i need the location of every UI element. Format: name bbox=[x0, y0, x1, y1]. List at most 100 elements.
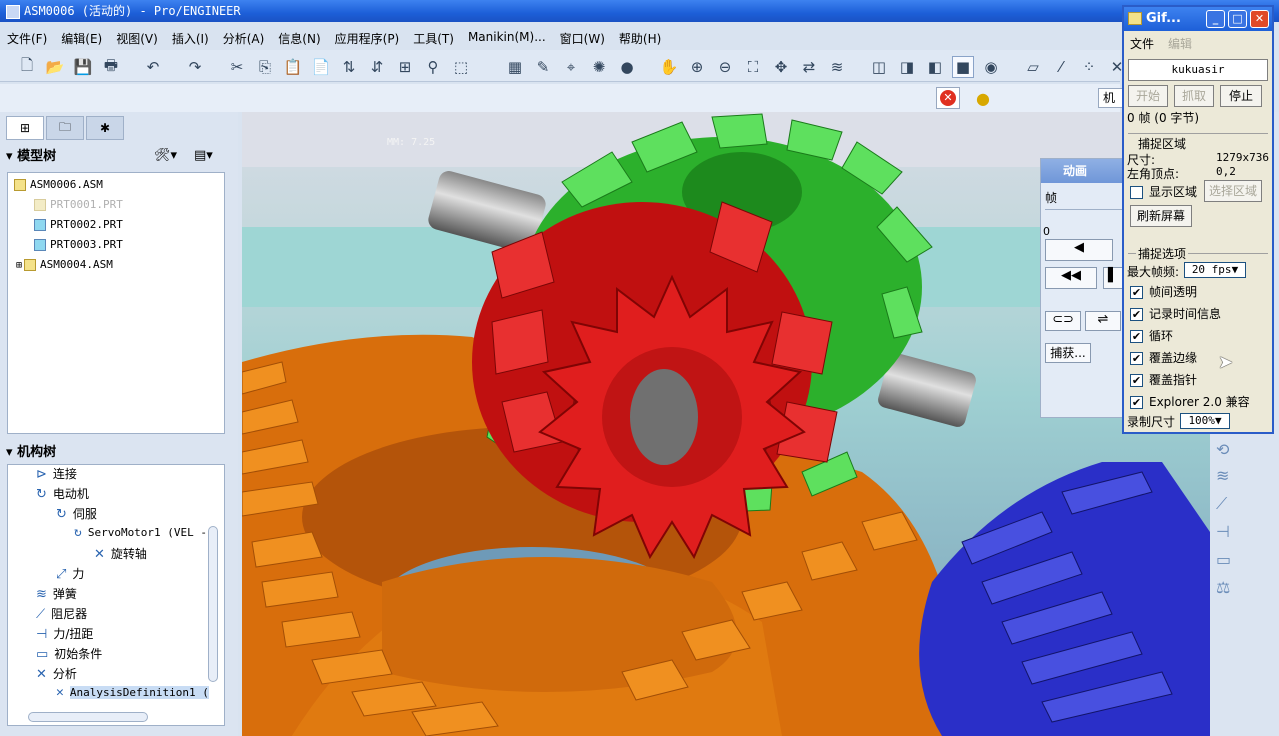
new-file-icon[interactable]: 🗋 bbox=[16, 56, 38, 78]
gif-menu-edit[interactable]: 编辑 bbox=[1168, 35, 1192, 52]
mech-item-motors[interactable]: ↻ 电动机 bbox=[36, 485, 89, 502]
menu-applications[interactable]: 应用程序(P) bbox=[328, 28, 407, 48]
stop-button[interactable]: 停止 bbox=[1220, 85, 1262, 107]
menu-analysis[interactable]: 分析(A) bbox=[216, 28, 272, 48]
no-hidden-icon[interactable]: ◧ bbox=[924, 56, 946, 78]
mechanism-tree-header[interactable]: ▾ 机构树 bbox=[6, 442, 228, 464]
shading-icon[interactable]: ■ bbox=[952, 56, 974, 78]
mech-item-springs[interactable]: ≋ 弹簧 bbox=[36, 585, 77, 602]
motor-tool-icon[interactable]: ⟲ bbox=[1216, 440, 1229, 459]
zoom-in-icon[interactable]: ⊕ bbox=[686, 56, 708, 78]
menu-edit[interactable]: 编辑(E) bbox=[54, 28, 109, 48]
initial-condition-tool-icon[interactable]: ▭ bbox=[1216, 550, 1231, 569]
mech-item-connections[interactable]: ⊳ 连接 bbox=[36, 465, 77, 482]
sketch-icon[interactable]: ✎ bbox=[532, 56, 554, 78]
regenerate-icon[interactable]: ⇅ bbox=[338, 56, 360, 78]
menu-info[interactable]: 信息(N) bbox=[271, 28, 327, 48]
mech-item-force[interactable]: ⤢ 力 bbox=[56, 565, 84, 582]
tree-item-prt0003[interactable]: PRT0003.PRT bbox=[34, 238, 123, 251]
shading-sphere-icon[interactable]: ● bbox=[616, 56, 638, 78]
option-loop[interactable]: ✔ 循环 bbox=[1130, 327, 1173, 344]
menu-file[interactable]: 文件(F) bbox=[0, 28, 54, 48]
stop-regeneration-button[interactable]: ✕ bbox=[936, 87, 960, 109]
minimize-button[interactable]: _ bbox=[1206, 10, 1225, 28]
option-cover-edges[interactable]: ✔ 覆盖边缘 bbox=[1130, 349, 1197, 366]
mech-item-servomotor1[interactable]: ↻ ServoMotor1 (VEL - bbox=[74, 525, 207, 540]
menu-window[interactable]: 窗口(W) bbox=[553, 28, 612, 48]
pan-hand-icon[interactable]: ✋ bbox=[658, 56, 680, 78]
menu-help[interactable]: 帮助(H) bbox=[612, 28, 668, 48]
spring-tool-icon[interactable]: ≋ bbox=[1216, 466, 1229, 485]
layers-icon[interactable]: ≋ bbox=[826, 56, 848, 78]
option-frame-transparency[interactable]: ✔ 帧间透明 bbox=[1130, 283, 1197, 300]
tree-item-prt0001[interactable]: PRT0001.PRT bbox=[34, 198, 123, 211]
paste-special-icon[interactable]: 📄 bbox=[310, 56, 332, 78]
datum-icon[interactable]: ⌖ bbox=[560, 56, 582, 78]
option-record-time[interactable]: ✔ 记录时间信息 bbox=[1130, 305, 1221, 322]
record-size-dropdown[interactable]: 100%▼ bbox=[1180, 413, 1230, 429]
mech-item-initial-conditions[interactable]: ▭ 初始条件 bbox=[36, 645, 102, 662]
menu-view[interactable]: 视图(V) bbox=[109, 28, 165, 48]
mech-item-analyses[interactable]: ✕ 分析 bbox=[36, 665, 77, 682]
max-fps-dropdown[interactable]: 20 fps▼ bbox=[1184, 262, 1246, 278]
mech-item-rotation-axis[interactable]: ✕ 旋转轴 bbox=[94, 545, 147, 562]
spin-center-icon[interactable]: ✺ bbox=[588, 56, 610, 78]
mech-item-servo[interactable]: ↻ 伺服 bbox=[56, 505, 97, 522]
refresh-screen-button[interactable]: 刷新屏幕 bbox=[1130, 205, 1192, 227]
menu-manikin[interactable]: Manikin(M)... bbox=[461, 28, 553, 48]
gif-menu-file[interactable]: 文件 bbox=[1130, 35, 1154, 52]
find-icon[interactable]: ⊞ bbox=[394, 56, 416, 78]
datum-axes-icon[interactable]: ⁄ bbox=[1050, 56, 1072, 78]
start-button[interactable]: 开始 bbox=[1128, 85, 1168, 107]
mass-properties-tool-icon[interactable]: ⚖ bbox=[1216, 578, 1230, 597]
animation-title[interactable]: 动画 bbox=[1041, 159, 1123, 183]
print-icon[interactable]: 🖶 bbox=[100, 56, 122, 78]
regenerate-manager-icon[interactable]: ⇵ bbox=[366, 56, 388, 78]
tab-model-tree[interactable]: ⊞ bbox=[6, 116, 44, 140]
mech-item-analysis-definition1[interactable]: ✕ AnalysisDefinition1 ( bbox=[56, 685, 209, 700]
tab-favorites[interactable]: ✱ bbox=[86, 116, 124, 140]
step-button[interactable]: ▌ bbox=[1103, 267, 1123, 289]
model-tree-icon[interactable]: ▦ bbox=[504, 56, 526, 78]
mech-item-force-torque[interactable]: ⊣ 力/扭距 bbox=[36, 625, 93, 642]
tree-item-prt0002[interactable]: PRT0002.PRT bbox=[34, 218, 123, 231]
option-explorer-compat[interactable]: ✔ Explorer 2.0 兼容 bbox=[1130, 393, 1250, 410]
show-menu-icon[interactable]: ▤▾ bbox=[194, 148, 213, 163]
reorient-icon[interactable]: ✥ bbox=[770, 56, 792, 78]
damper-tool-icon[interactable]: ⟋ bbox=[1216, 494, 1227, 514]
datum-planes-icon[interactable]: ⏥ bbox=[1022, 56, 1044, 78]
hidden-line-icon[interactable]: ◨ bbox=[896, 56, 918, 78]
copy-icon[interactable]: ⎘ bbox=[254, 56, 276, 78]
wireframe-icon[interactable]: ◫ bbox=[868, 56, 890, 78]
saved-views-icon[interactable]: ⇄ bbox=[798, 56, 820, 78]
window-title-bar[interactable]: ASM0006 (活动的) - Pro/ENGINEER bbox=[0, 0, 1279, 22]
undo-icon[interactable]: ↶ bbox=[142, 56, 164, 78]
menu-insert[interactable]: 插入(I) bbox=[165, 28, 216, 48]
show-area-checkbox[interactable]: 显示区域 bbox=[1130, 183, 1197, 200]
redo-icon[interactable]: ↷ bbox=[184, 56, 206, 78]
cut-icon[interactable]: ✂ bbox=[226, 56, 248, 78]
menu-tools[interactable]: 工具(T) bbox=[406, 28, 461, 48]
tree-item-asm0004[interactable]: ⊞ ASM0004.ASM bbox=[16, 258, 113, 271]
mech-item-dampers[interactable]: ⟋ 阻尼器 bbox=[36, 605, 87, 622]
search-binoculars-icon[interactable]: ⚲ bbox=[422, 56, 444, 78]
rewind-button[interactable]: ◀◀ bbox=[1045, 267, 1097, 289]
gif-title-bar[interactable]: Gif... _ □ ✕ bbox=[1124, 7, 1272, 31]
capture-button[interactable]: 捕获... bbox=[1045, 343, 1091, 363]
close-button[interactable]: ✕ bbox=[1250, 10, 1269, 28]
loop-repeat-button[interactable]: ⇌ bbox=[1085, 311, 1121, 331]
expand-plus-icon[interactable]: ⊞ bbox=[16, 260, 22, 271]
open-folder-icon[interactable]: 📂 bbox=[44, 56, 66, 78]
save-icon[interactable]: 💾 bbox=[72, 56, 94, 78]
mechanism-tree-hscrollbar[interactable] bbox=[28, 712, 148, 722]
paste-icon[interactable]: 📋 bbox=[282, 56, 304, 78]
datum-points-icon[interactable]: ⁘ bbox=[1078, 56, 1100, 78]
select-area-button[interactable]: 选择区域 bbox=[1204, 180, 1262, 202]
loop-once-button[interactable]: ⊂⊃ bbox=[1045, 311, 1081, 331]
force-tool-icon[interactable]: ⊣ bbox=[1216, 522, 1230, 541]
filter-dropdown[interactable]: 机构 bbox=[1098, 88, 1124, 108]
tree-item-asm0006[interactable]: ASM0006.ASM bbox=[14, 178, 103, 191]
enhanced-realism-icon[interactable]: ◉ bbox=[980, 56, 1002, 78]
frame-slider[interactable] bbox=[1045, 209, 1125, 213]
settings-tools-icon[interactable]: 🛠▾ bbox=[154, 148, 177, 163]
